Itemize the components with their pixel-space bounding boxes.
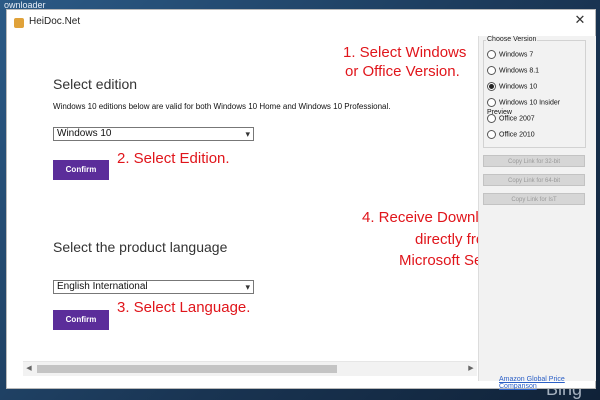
version-option-label: Windows 8.1 — [499, 67, 540, 75]
chevron-down-icon: ▾ — [245, 129, 250, 139]
version-option-label: Windows 7 — [499, 51, 534, 59]
edition-description: Windows 10 editions below are valid for … — [53, 102, 391, 111]
window-title: HeiDoc.Net — [29, 16, 81, 27]
radio-checked-icon — [487, 82, 496, 91]
copy-link-64bit-button[interactable]: Copy Link for 64-bit — [483, 174, 585, 186]
language-select[interactable]: English International ▾ — [53, 280, 254, 294]
choose-version-label: Choose Version — [486, 36, 538, 43]
version-option-windows-10-insider[interactable]: Windows 10 Insider Preview — [487, 98, 585, 116]
language-select-value: English International — [57, 281, 148, 292]
version-option-label: Office 2007 — [499, 115, 535, 123]
radio-icon — [487, 66, 496, 75]
annotation-step1-line2: or Office Version. — [345, 63, 460, 80]
app-icon — [14, 18, 24, 28]
version-option-label: Windows 10 — [499, 83, 538, 91]
radio-icon — [487, 50, 496, 59]
annotation-step1-line1: 1. Select Windows — [343, 44, 467, 61]
radio-icon — [487, 98, 496, 107]
scroll-right-icon[interactable]: ▶ — [465, 362, 477, 376]
chevron-down-icon: ▾ — [245, 282, 250, 292]
main-pane: Select edition Windows 10 editions below… — [7, 36, 535, 366]
annotation-step3: 3. Select Language. — [117, 299, 251, 316]
amazon-price-comparison-link[interactable]: Amazon Global Price Comparison — [499, 376, 596, 390]
edition-select[interactable]: Windows 10 ▾ — [53, 127, 254, 141]
version-option-office-2007[interactable]: Office 2007 — [487, 114, 535, 124]
app-window: HeiDoc.Net ✕ Select edition Windows 10 e… — [6, 9, 596, 390]
version-option-label: Office 2010 — [499, 131, 535, 139]
title-bar: HeiDoc.Net ✕ — [7, 10, 595, 36]
annotation-step2: 2. Select Edition. — [117, 150, 230, 167]
choose-version-group: Choose Version Windows 7 Windows 8.1 Win… — [483, 36, 586, 148]
horizontal-scrollbar[interactable]: ◀ ▶ — [23, 361, 477, 376]
confirm-language-button[interactable]: Confirm — [53, 310, 109, 330]
scroll-left-icon[interactable]: ◀ — [23, 362, 35, 376]
version-option-windows-8-1[interactable]: Windows 8.1 — [487, 66, 539, 76]
scroll-thumb[interactable] — [37, 365, 337, 373]
close-icon[interactable]: ✕ — [573, 13, 587, 27]
radio-icon — [487, 114, 496, 123]
version-option-windows-7[interactable]: Windows 7 — [487, 50, 533, 60]
version-option-windows-10[interactable]: Windows 10 — [487, 82, 537, 92]
confirm-edition-button[interactable]: Confirm — [53, 160, 109, 180]
copy-link-ist-button[interactable]: Copy Link for IsT — [483, 193, 585, 205]
copy-link-32bit-button[interactable]: Copy Link for 32-bit — [483, 155, 585, 167]
edition-select-value: Windows 10 — [57, 128, 112, 139]
version-panel: Choose Version Windows 7 Windows 8.1 Win… — [478, 36, 596, 390]
select-edition-heading: Select edition — [53, 76, 138, 92]
select-language-heading: Select the product language — [53, 239, 228, 255]
radio-icon — [487, 130, 496, 139]
version-option-office-2010[interactable]: Office 2010 — [487, 130, 535, 140]
